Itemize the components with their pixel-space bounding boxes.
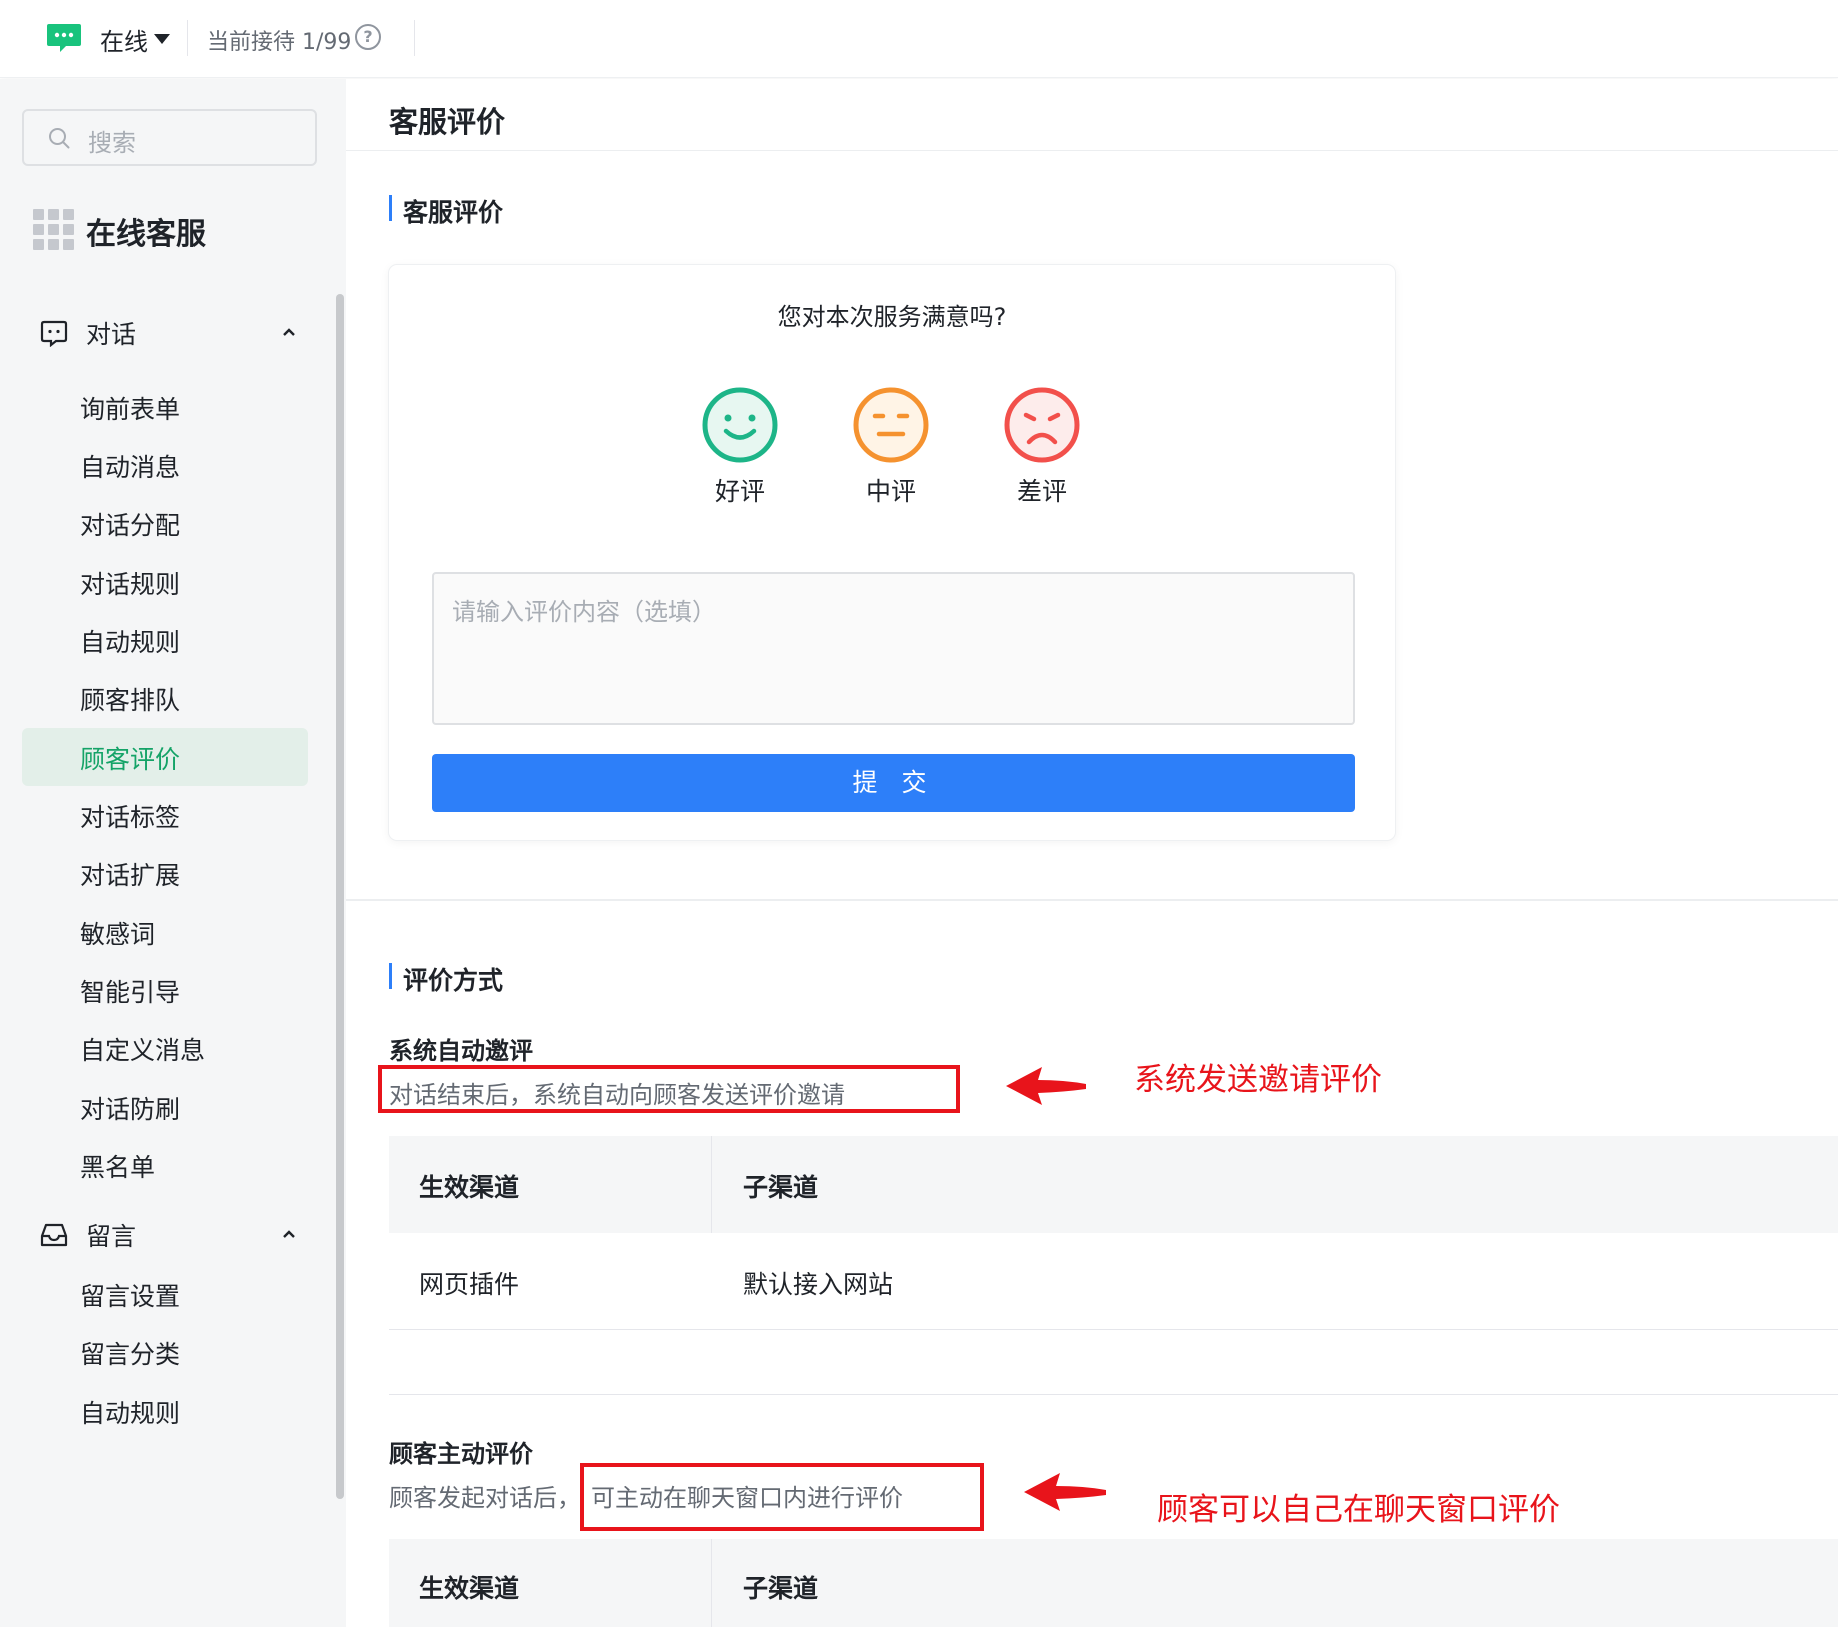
brand-title: 在线客服 [86, 217, 206, 252]
sidebar-item-label: 留言设置 [80, 1282, 181, 1311]
sidebar-item-label: 对话防刷 [80, 1095, 181, 1124]
sad-face-icon[interactable] [1003, 386, 1081, 464]
sidebar-item-sensitive-words[interactable]: 敏感词 [22, 903, 308, 961]
sidebar-item-label: 自动规则 [80, 628, 181, 657]
sidebar-item-auto-rules[interactable]: 自动规则 [22, 611, 308, 669]
customer-rating-desc-prefix: 顾客发起对话后， [389, 1484, 581, 1512]
sidebar-item-label: 黑名单 [80, 1153, 156, 1182]
section-title: 评价方式 [403, 966, 504, 995]
current-reception-count: 当前接待 1/99 [207, 30, 352, 55]
search-input[interactable]: 搜索 [22, 109, 317, 166]
sidebar-item-message-settings[interactable]: 留言设置 [22, 1265, 308, 1323]
sidebar-item-dialog-rules[interactable]: 对话规则 [22, 553, 308, 611]
section-accent-bar [389, 963, 392, 989]
sidebar-item-auto-message[interactable]: 自动消息 [22, 436, 308, 494]
sidebar-item-label: 顾客排队 [80, 686, 181, 715]
arrow-left-icon [1006, 1067, 1086, 1105]
column-header-subchannel: 子渠道 [743, 1574, 819, 1603]
sidebar-item-label: 智能引导 [80, 978, 181, 1007]
nav-group-dialog[interactable]: 对话 [0, 307, 346, 357]
table-cell-channel: 网页插件 [419, 1270, 520, 1299]
sidebar-item-label: 敏感词 [80, 920, 156, 949]
table-cell-subchannel: 默认接入网站 [743, 1270, 894, 1299]
nav-group-label: 对话 [86, 320, 137, 349]
rating-label-bad: 差评 [1016, 477, 1067, 506]
main-content: 客服评价 客服评价 您对本次服务满意吗? 好评 中评 差评 请输入评价内容（选填… [346, 79, 1838, 1627]
rating-preview-card: 您对本次服务满意吗? 好评 中评 差评 请输入评价内容（选填） 提 交 [389, 265, 1395, 840]
sidebar-item-label: 留言分类 [80, 1340, 181, 1369]
sidebar-item-dialog-extension[interactable]: 对话扩展 [22, 844, 308, 902]
sidebar-item-message-auto-rules[interactable]: 自动规则 [22, 1382, 308, 1440]
channel-table-header: 生效渠道 子渠道 [389, 1136, 1838, 1233]
sidebar-item-label: 对话规则 [80, 570, 181, 599]
chevron-up-icon[interactable] [282, 1227, 296, 1241]
annotation-auto-invite: 系统发送邀请评价 [1134, 1062, 1382, 1098]
chat-bubble-icon [40, 320, 68, 347]
divider [187, 20, 188, 56]
column-separator [711, 1539, 712, 1627]
column-separator [711, 1136, 712, 1233]
sidebar-item-label: 自动规则 [80, 1399, 181, 1428]
divider [346, 899, 1838, 901]
sidebar-item-label: 询前表单 [80, 395, 181, 424]
online-status[interactable]: 在线 [100, 22, 148, 57]
submit-button[interactable]: 提 交 [432, 754, 1355, 812]
comment-placeholder: 请输入评价内容（选填） [452, 598, 716, 626]
section-title: 客服评价 [403, 198, 504, 227]
nav-group-messages[interactable]: 留言 [0, 1209, 346, 1259]
help-icon[interactable]: ? [355, 24, 381, 50]
sidebar-item-dialog-tags[interactable]: 对话标签 [22, 786, 308, 844]
arrow-left-icon [1024, 1473, 1106, 1511]
comment-textarea[interactable]: 请输入评价内容（选填） [432, 572, 1355, 725]
section-accent-bar [389, 195, 392, 221]
sidebar-item-message-categories[interactable]: 留言分类 [22, 1323, 308, 1381]
highlight-box [580, 1463, 984, 1531]
sidebar-scrollbar[interactable] [336, 294, 344, 1499]
sidebar-item-label: 对话扩展 [80, 861, 181, 890]
chat-logo-icon [47, 24, 81, 52]
sidebar: 搜索 在线客服 对话 询前表单 自动消息 对话分配 对话规则 自动规则 顾客排队… [0, 79, 346, 1627]
search-placeholder: 搜索 [88, 129, 136, 157]
sidebar-item-customer-rating[interactable]: 顾客评价 [22, 728, 308, 786]
annotation-customer-rating: 顾客可以自己在聊天窗口评价 [1157, 1492, 1560, 1528]
search-icon [49, 128, 70, 149]
auto-invite-title: 系统自动邀评 [389, 1037, 533, 1065]
table-row: 网页插件 默认接入网站 [389, 1233, 1838, 1330]
channel-table-header: 生效渠道 子渠道 [389, 1539, 1838, 1627]
rating-label-good: 好评 [714, 477, 765, 506]
chevron-up-icon[interactable] [282, 325, 296, 339]
column-header-channel: 生效渠道 [419, 1173, 520, 1202]
sidebar-item-label: 对话标签 [80, 803, 181, 832]
sidebar-item-smart-guide[interactable]: 智能引导 [22, 961, 308, 1019]
sidebar-item-custom-message[interactable]: 自定义消息 [22, 1019, 308, 1077]
smile-face-icon[interactable] [701, 386, 779, 464]
caret-down-icon[interactable] [154, 34, 170, 44]
column-header-channel: 生效渠道 [419, 1574, 520, 1603]
app-window: 在线 当前接待 1/99 ? 搜索 在线客服 对话 询前表单 自动消息 对话分配… [0, 0, 1838, 1627]
neutral-face-icon[interactable] [852, 386, 930, 464]
top-bar: 在线 当前接待 1/99 ? [0, 0, 1838, 78]
sidebar-item-pre-chat-form[interactable]: 询前表单 [22, 378, 308, 436]
divider [389, 1394, 1838, 1395]
divider [346, 150, 1838, 151]
page-title: 客服评价 [389, 105, 506, 139]
sidebar-item-dialog-assignment[interactable]: 对话分配 [22, 494, 308, 552]
inbox-icon [40, 1223, 68, 1247]
sidebar-item-label: 顾客评价 [80, 745, 181, 774]
sidebar-item-customer-queue[interactable]: 顾客排队 [22, 669, 308, 727]
sidebar-item-blacklist[interactable]: 黑名单 [22, 1136, 308, 1194]
column-header-subchannel: 子渠道 [743, 1173, 819, 1202]
divider [414, 20, 415, 56]
sidebar-item-label: 自动消息 [80, 453, 181, 482]
app-grid-icon [33, 209, 74, 250]
sidebar-item-anti-spam[interactable]: 对话防刷 [22, 1078, 308, 1136]
rating-label-neutral: 中评 [865, 477, 916, 506]
nav-group-label: 留言 [86, 1222, 137, 1251]
rating-question: 您对本次服务满意吗? [777, 303, 1007, 331]
sidebar-item-label: 对话分配 [80, 511, 181, 540]
sidebar-item-label: 自定义消息 [80, 1036, 206, 1065]
customer-rating-title: 顾客主动评价 [389, 1440, 533, 1468]
highlight-box [378, 1065, 960, 1113]
